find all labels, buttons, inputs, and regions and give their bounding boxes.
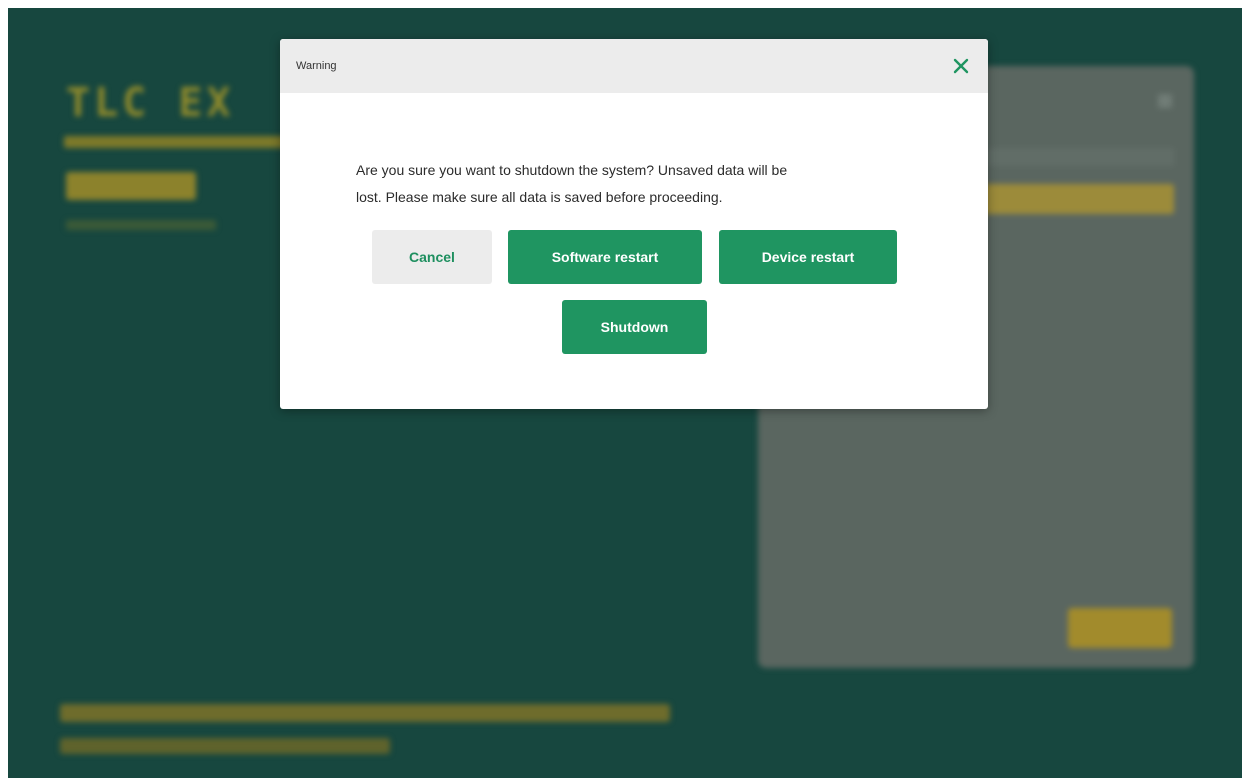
message-line-1: Are you sure you want to shutdown the sy… xyxy=(356,162,788,178)
warning-dialog: Warning Are you sure you want to shutdow… xyxy=(280,39,988,409)
software-restart-button[interactable]: Software restart xyxy=(508,230,702,284)
login-button xyxy=(1068,608,1172,648)
close-icon[interactable] xyxy=(946,51,976,81)
message-line-2: lost. Please make sure all data is saved… xyxy=(356,189,723,205)
shutdown-button[interactable]: Shutdown xyxy=(562,300,707,354)
dialog-message: Are you sure you want to shutdown the sy… xyxy=(356,157,916,211)
dialog-header: Warning xyxy=(280,39,988,93)
version-text-placeholder xyxy=(66,220,216,230)
footer-copyright-line-1 xyxy=(60,704,670,722)
cancel-button[interactable]: Cancel xyxy=(372,230,492,284)
app-screen: TLC EX Warning Are you sure you want to … xyxy=(8,8,1242,778)
device-restart-button[interactable]: Device restart xyxy=(719,230,897,284)
brand-logo xyxy=(66,172,196,200)
footer-copyright-line-2 xyxy=(60,738,390,754)
panel-close-icon xyxy=(1158,94,1172,108)
dialog-title: Warning xyxy=(296,60,337,72)
app-subtitle-placeholder xyxy=(64,136,304,148)
app-title: TLC EX xyxy=(66,80,235,126)
